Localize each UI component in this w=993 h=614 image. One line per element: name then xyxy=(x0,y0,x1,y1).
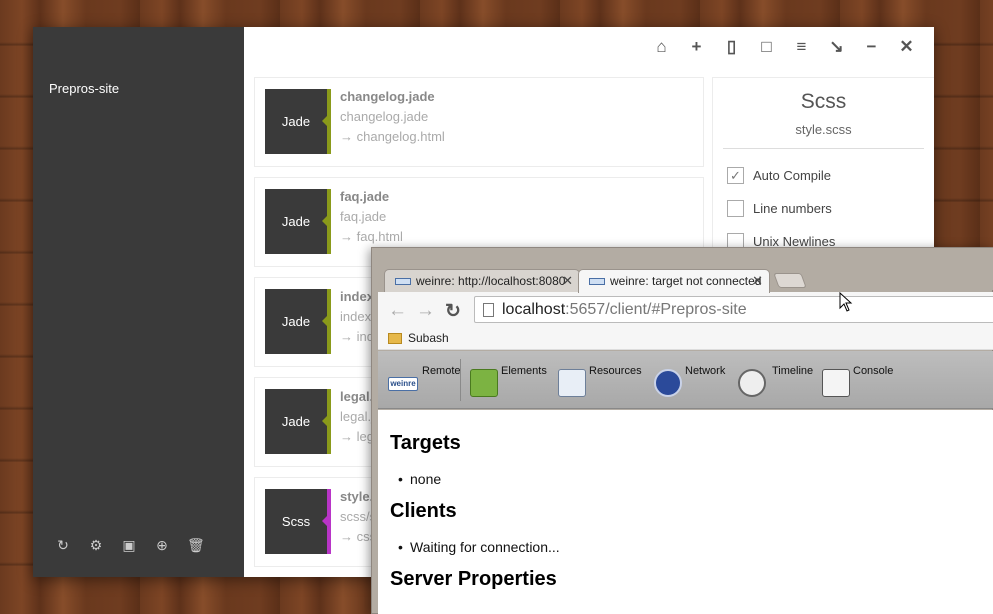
tool-console[interactable]: Console xyxy=(822,363,902,403)
file-output: → changelog.html xyxy=(340,129,445,144)
file-type-badge: Jade xyxy=(265,189,327,254)
close-tab-icon[interactable]: ✕ xyxy=(562,273,573,289)
elements-icon xyxy=(470,369,498,397)
file-type-badge: Jade xyxy=(265,289,327,354)
mouse-cursor-icon xyxy=(839,292,853,312)
file-name: changelog.jade xyxy=(340,89,435,104)
resources-icon xyxy=(558,369,586,397)
forward-arrow-icon[interactable]: → xyxy=(416,300,435,322)
list-item: none xyxy=(398,471,441,487)
file-type-badge: Jade xyxy=(265,389,327,454)
checkbox[interactable]: ✓ xyxy=(727,167,744,184)
menu-icon[interactable]: ≡ xyxy=(793,37,810,57)
bookmarks-bar: Subash xyxy=(378,328,993,350)
tool-resources[interactable]: Resources xyxy=(558,363,648,403)
file-type-stripe xyxy=(322,489,331,554)
option-label: Auto Compile xyxy=(753,168,832,183)
gear-icon[interactable]: ⚙ xyxy=(88,537,104,553)
refresh-icon[interactable]: ↻ xyxy=(55,537,71,553)
close-tab-icon[interactable]: ✕ xyxy=(752,273,763,289)
tool-label: Resources xyxy=(589,365,642,377)
url-host: localhost xyxy=(502,301,566,318)
project-item-prepros-site[interactable]: Prepros-site xyxy=(49,81,119,96)
tool-elements[interactable]: Elements xyxy=(470,363,550,403)
option-auto-compile[interactable]: ✓ Auto Compile xyxy=(727,159,934,192)
image-icon[interactable]: ▣ xyxy=(121,537,137,553)
trash-icon[interactable]: 🗑 xyxy=(187,537,205,553)
timeline-stopwatch-icon xyxy=(738,369,766,397)
file-type-badge: Jade xyxy=(265,89,327,154)
tool-label: Timeline xyxy=(772,365,814,377)
file-card[interactable]: Jade changelog.jade changelog.jade → cha… xyxy=(254,77,704,167)
url-text: localhost:5657/client/#Prepros-site xyxy=(502,301,747,319)
file-type-stripe xyxy=(322,289,331,354)
toolbar-divider xyxy=(460,359,461,401)
section-heading-targets: Targets xyxy=(390,432,461,454)
back-arrow-icon[interactable]: ← xyxy=(388,300,407,322)
address-bar[interactable]: localhost:5657/client/#Prepros-site xyxy=(474,296,993,323)
file-path: changelog.jade xyxy=(340,109,429,124)
section-heading-server-properties: Server Properties xyxy=(390,568,557,590)
globe-icon[interactable]: ⊕ xyxy=(154,537,170,553)
tool-label: Elements xyxy=(501,365,547,377)
tool-remote[interactable]: weinre Remote xyxy=(382,363,462,403)
weinre-toolbar: weinre Remote Elements Resources Network… xyxy=(378,351,993,409)
tab-strip: weinre: http://localhost:8080 ✕ weinre: … xyxy=(372,248,993,293)
options-subtitle: style.scss xyxy=(723,122,924,149)
network-globe-icon xyxy=(654,369,682,397)
weinre-logo-icon: weinre xyxy=(388,377,418,391)
file-type-stripe xyxy=(322,189,331,254)
page-icon xyxy=(483,303,494,317)
tool-timeline[interactable]: Timeline xyxy=(738,363,818,403)
home-icon[interactable]: ⌂ xyxy=(653,37,670,57)
sidebar: Prepros-site ↻ ⚙ ▣ ⊕ 🗑 xyxy=(33,27,244,577)
clipboard-icon[interactable]: □ xyxy=(758,37,775,57)
option-line-numbers[interactable]: Line numbers xyxy=(727,192,934,225)
tool-network[interactable]: Network xyxy=(654,363,734,403)
minimize-icon[interactable]: − xyxy=(863,37,880,57)
sidebar-toolbar: ↻ ⚙ ▣ ⊕ 🗑 xyxy=(55,537,205,553)
tab-weinre-localhost[interactable]: weinre: http://localhost:8080 ✕ xyxy=(384,269,580,293)
file-path: faq.jade xyxy=(340,209,387,224)
window-toolbar: ⌂ + ▯ □ ≡ ↘ − ✕ xyxy=(653,37,915,57)
list-item: Waiting for connection... xyxy=(398,539,560,555)
mobile-icon[interactable]: ▯ xyxy=(723,37,740,57)
tool-label: Console xyxy=(853,365,894,377)
checkbox[interactable] xyxy=(727,200,744,217)
weinre-favicon-icon xyxy=(589,278,605,285)
new-tab-button[interactable] xyxy=(773,273,807,288)
section-heading-clients: Clients xyxy=(390,500,457,522)
file-type-stripe xyxy=(322,389,331,454)
file-name: faq.jade xyxy=(340,189,390,204)
console-icon xyxy=(822,369,850,397)
tool-label: Remote xyxy=(422,365,461,377)
plus-icon[interactable]: + xyxy=(688,37,705,57)
arrow-down-right-icon[interactable]: ↘ xyxy=(828,37,845,57)
folder-icon xyxy=(388,333,402,344)
option-label: Line numbers xyxy=(753,201,832,216)
tool-label: Network xyxy=(685,365,726,377)
reload-icon[interactable]: ↻ xyxy=(445,300,461,323)
tab-weinre-target[interactable]: weinre: target not connected ✕ xyxy=(578,269,770,293)
bookmark-subash[interactable]: Subash xyxy=(408,331,449,345)
weinre-favicon-icon xyxy=(395,278,411,285)
browser-toolbar: ← → ↻ localhost:5657/client/#Prepros-sit… xyxy=(378,292,993,328)
tab-title: weinre: http://localhost:8080 xyxy=(416,274,566,288)
file-output: → faq.html xyxy=(340,229,403,244)
tab-title: weinre: target not connected xyxy=(610,274,762,288)
file-type-badge: Scss xyxy=(265,489,327,554)
options-title: Scss xyxy=(800,90,847,113)
close-icon[interactable]: ✕ xyxy=(898,37,915,57)
url-path: :5657/client/#Prepros-site xyxy=(565,301,747,318)
file-type-stripe xyxy=(322,89,331,154)
weinre-content: Targets none Clients Waiting for connect… xyxy=(378,410,993,614)
browser-window: weinre: http://localhost:8080 ✕ weinre: … xyxy=(371,247,993,614)
